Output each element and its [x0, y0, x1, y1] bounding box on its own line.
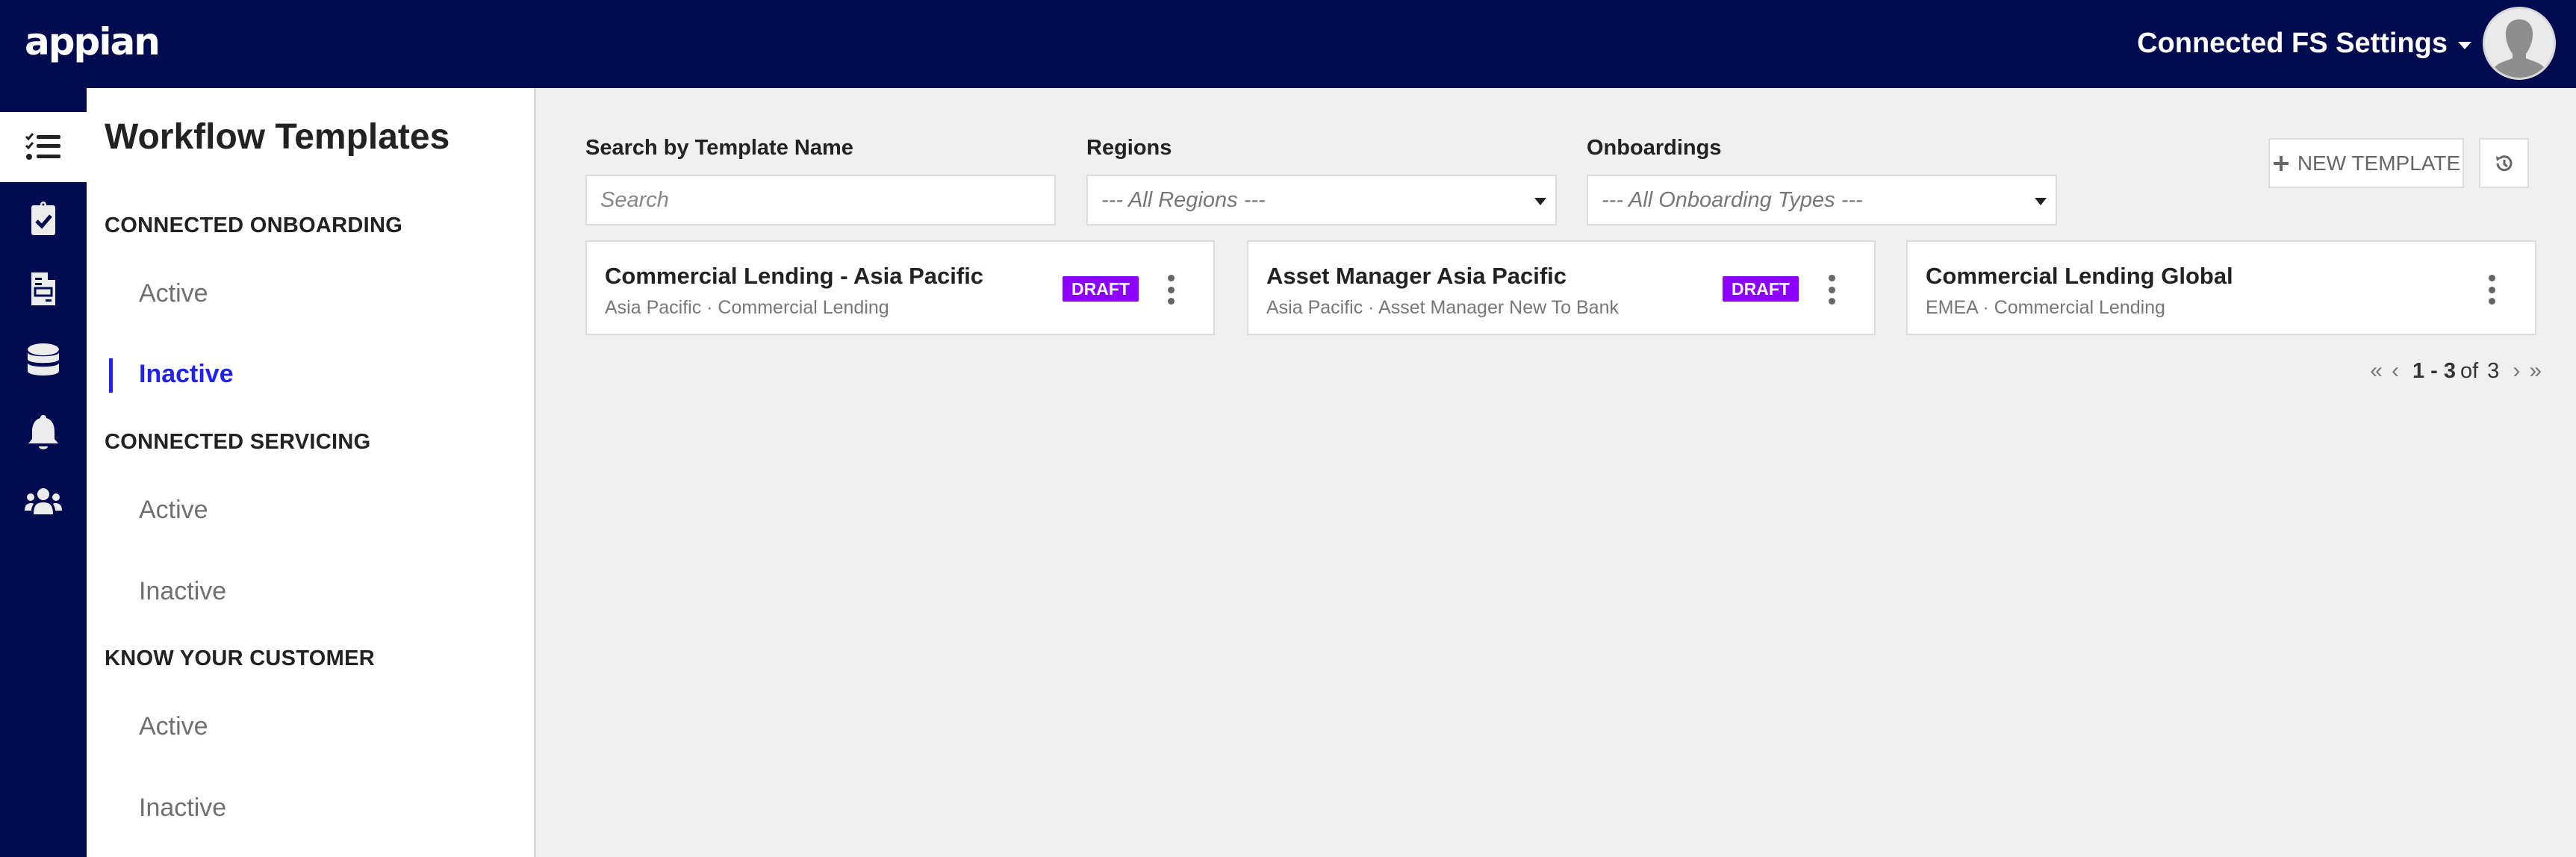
checklist-icon	[25, 133, 60, 160]
nav-section-know-your-customer: KNOW YOUR CUSTOMER	[105, 646, 376, 670]
main-content: Search by Template Name Regions --- All …	[536, 88, 2576, 857]
rail-item-data[interactable]	[0, 325, 87, 396]
caret-down-icon	[2458, 42, 2471, 49]
draft-badge: DRAFT	[1723, 276, 1799, 302]
clipboard-check-icon	[31, 202, 55, 235]
card-title[interactable]: Commercial Lending Global	[1926, 263, 2233, 290]
dropdown-arrow-icon	[2035, 198, 2047, 205]
document-form-icon	[31, 272, 56, 305]
nav-link-kyc-active[interactable]: Active	[139, 712, 208, 741]
pagination-range: 1 - 3	[2412, 358, 2456, 383]
pagination-of-label: of	[2460, 358, 2479, 383]
pagination: « ‹ 1 - 3 of 3 › »	[2365, 358, 2546, 384]
card-subtitle: Asia Pacific · Commercial Lending	[605, 297, 889, 318]
history-icon	[2495, 155, 2512, 171]
database-icon	[28, 343, 59, 375]
card-title[interactable]: Asset Manager Asia Pacific	[1266, 263, 1567, 290]
more-options-icon[interactable]	[1824, 275, 1839, 305]
rail-item-notifications[interactable]	[0, 397, 87, 467]
previous-page-icon[interactable]: ‹	[2392, 358, 2399, 384]
appian-logo[interactable]: appian	[25, 19, 161, 64]
draft-badge: DRAFT	[1063, 276, 1139, 302]
pagination-total: 3	[2487, 358, 2500, 383]
last-page-icon[interactable]: »	[2529, 358, 2542, 384]
plus-icon	[2273, 155, 2289, 171]
card-subtitle: EMEA · Commercial Lending	[1926, 297, 2165, 318]
secondary-nav: Workflow Templates CONNECTED ONBOARDING …	[87, 88, 536, 857]
onboardings-selected-value: --- All Onboarding Types ---	[1602, 188, 1863, 212]
search-label: Search by Template Name	[585, 136, 853, 160]
page-title: Workflow Templates	[105, 117, 450, 157]
nav-section-connected-onboarding: CONNECTED ONBOARDING	[105, 214, 403, 237]
new-template-label: NEW TEMPLATE	[2297, 151, 2461, 175]
site-settings-menu[interactable]: Connected FS Settings	[2137, 22, 2471, 64]
search-field	[585, 175, 1056, 225]
user-avatar[interactable]	[2483, 7, 2556, 80]
dropdown-arrow-icon	[1534, 198, 1546, 205]
regions-label: Regions	[1086, 136, 1172, 160]
template-card[interactable]: Commercial Lending - Asia Pacific Asia P…	[585, 240, 1215, 335]
icon-rail	[0, 88, 87, 857]
nav-link-servicing-active[interactable]: Active	[139, 496, 208, 525]
regions-selected-value: --- All Regions ---	[1101, 188, 1266, 212]
rail-item-forms[interactable]	[0, 254, 87, 324]
nav-link-onboarding-active[interactable]: Active	[139, 279, 208, 308]
selected-indicator	[109, 358, 113, 393]
regions-dropdown[interactable]: --- All Regions ---	[1086, 175, 1557, 225]
search-input[interactable]	[600, 176, 1054, 225]
top-header: appian Connected FS Settings	[0, 0, 2576, 88]
nav-section-connected-servicing: CONNECTED SERVICING	[105, 430, 371, 454]
more-options-icon[interactable]	[2484, 275, 2499, 305]
first-page-icon[interactable]: «	[2370, 358, 2383, 384]
card-title[interactable]: Commercial Lending - Asia Pacific	[605, 263, 983, 290]
onboardings-label: Onboardings	[1587, 136, 1722, 160]
more-options-icon[interactable]	[1163, 275, 1178, 305]
onboardings-dropdown[interactable]: --- All Onboarding Types ---	[1587, 175, 2057, 225]
user-silhouette-icon	[2494, 19, 2545, 78]
new-template-button[interactable]: NEW TEMPLATE	[2268, 138, 2464, 188]
card-subtitle: Asia Pacific · Asset Manager New To Bank	[1266, 297, 1619, 318]
history-button[interactable]	[2479, 138, 2529, 188]
nav-link-onboarding-inactive[interactable]: Inactive	[139, 360, 234, 389]
nav-link-servicing-inactive[interactable]: Inactive	[139, 577, 226, 606]
rail-item-workflow-templates[interactable]	[0, 112, 87, 182]
template-card[interactable]: Asset Manager Asia Pacific Asia Pacific …	[1247, 240, 1876, 335]
rail-item-users[interactable]	[0, 467, 87, 537]
users-group-icon	[25, 488, 62, 514]
bell-icon	[28, 415, 58, 449]
rail-item-tasks[interactable]	[0, 184, 87, 254]
site-menu-label: Connected FS Settings	[2137, 28, 2448, 59]
nav-link-kyc-inactive[interactable]: Inactive	[139, 794, 226, 823]
next-page-icon[interactable]: ›	[2513, 358, 2520, 384]
template-card[interactable]: Commercial Lending Global EMEA · Commerc…	[1906, 240, 2536, 335]
